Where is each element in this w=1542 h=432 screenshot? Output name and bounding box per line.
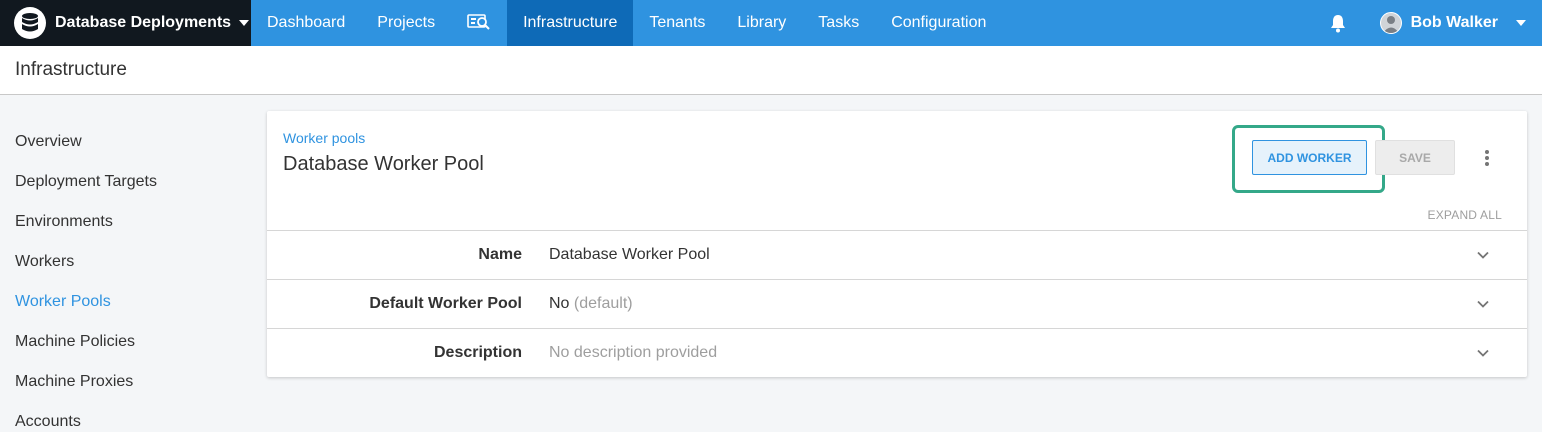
page-header: Infrastructure [0,46,1542,95]
page-title: Infrastructure [15,59,127,80]
sidebar-item-machine-policies[interactable]: Machine Policies [0,322,250,362]
nav-search[interactable] [451,0,507,46]
field-row-default-worker-pool[interactable]: Default Worker Pool No (default) [267,279,1527,328]
sidebar-item-overview[interactable]: Overview [0,122,250,162]
space-name: Database Deployments [55,14,232,31]
nav-label: Tasks [818,14,860,31]
field-value: No description provided [549,344,717,362]
nav-label: Tenants [649,14,706,31]
chevron-down-icon [1477,349,1489,357]
user-menu[interactable]: Bob Walker [1379,12,1542,34]
add-worker-button[interactable]: ADD WORKER [1252,140,1367,175]
breadcrumb[interactable]: Worker pools [283,130,365,146]
nav-dashboard[interactable]: Dashboard [251,0,361,46]
nav-label: Infrastructure [523,14,618,31]
field-value: Database Worker Pool [549,246,710,264]
nav-right: Bob Walker [1330,0,1542,46]
chevron-down-icon [239,20,250,26]
chevron-down-icon [1516,20,1526,26]
field-row-name[interactable]: Name Database Worker Pool [267,230,1527,279]
nav-label: Library [737,14,787,31]
sidebar: Overview Deployment Targets Environments… [0,122,250,432]
field-note: No description provided [549,344,718,361]
sidebar-item-deployment-targets[interactable]: Deployment Targets [0,162,250,202]
nav-library[interactable]: Library [721,0,802,46]
nav-configuration[interactable]: Configuration [875,0,1002,46]
sidebar-item-workers[interactable]: Workers [0,242,250,282]
nav-projects[interactable]: Projects [361,0,451,46]
save-button[interactable]: SAVE [1375,140,1455,175]
sidebar-item-accounts[interactable]: Accounts [0,402,250,432]
bell-icon[interactable] [1330,14,1346,33]
nav-tasks[interactable]: Tasks [802,0,875,46]
user-name: Bob Walker [1410,14,1498,31]
nav-label: Dashboard [267,14,346,31]
field-label: Default Worker Pool [369,295,522,312]
field-value-text: No [549,295,570,312]
field-value-text: Database Worker Pool [549,246,710,263]
search-icon [467,12,491,35]
chevron-down-icon [1477,300,1489,308]
more-vert-icon[interactable] [1475,146,1499,170]
space-switcher[interactable]: Database Deployments [0,0,251,46]
top-nav: Database Deployments Dashboard Projects … [0,0,1542,46]
nav-label: Projects [377,14,436,31]
nav-infrastructure[interactable]: Infrastructure [507,0,634,46]
nav-label: Configuration [891,14,987,31]
field-value: No (default) [549,295,633,313]
database-icon [14,7,46,39]
avatar [1379,12,1402,34]
sidebar-item-worker-pools[interactable]: Worker Pools [0,282,250,322]
chevron-down-icon [1477,251,1489,259]
field-label: Name [478,246,522,263]
field-note: (default) [573,295,633,312]
field-label: Description [433,344,522,361]
worker-pool-card: Worker pools Database Worker Pool ADD WO… [267,111,1527,377]
nav-tenants[interactable]: Tenants [633,0,721,46]
expand-all-link[interactable]: EXPAND ALL [1428,208,1502,222]
sidebar-item-environments[interactable]: Environments [0,202,250,242]
field-row-description[interactable]: Description No description provided [267,328,1527,377]
card-title: Database Worker Pool [283,153,484,175]
sidebar-item-machine-proxies[interactable]: Machine Proxies [0,362,250,402]
